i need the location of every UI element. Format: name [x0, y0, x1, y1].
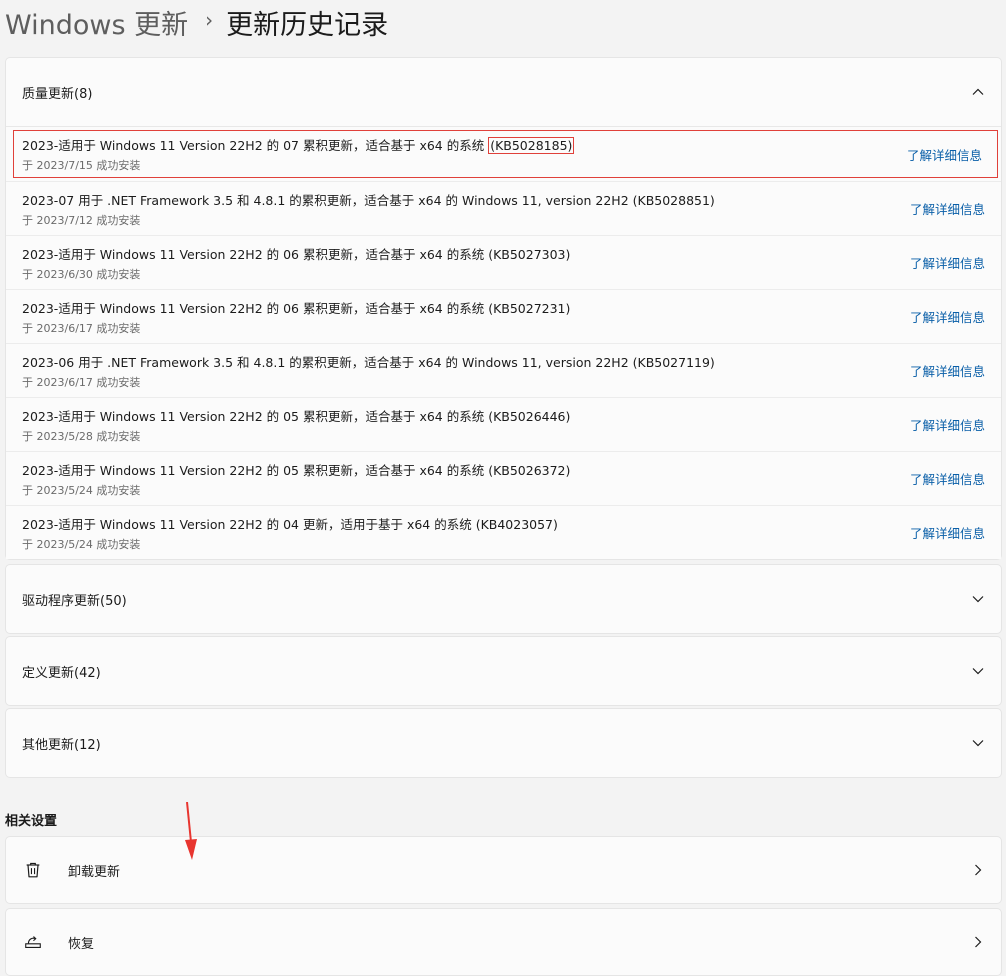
quality-updates-card: 质量更新(8) 2023-适用于 Windows 11 Version 22H2… [5, 57, 1002, 560]
kb-number-highlight: (KB5028185) [488, 137, 575, 154]
related-settings-heading: 相关设置 [5, 814, 58, 829]
update-row: 2023-适用于 Windows 11 Version 22H2 的 04 更新… [6, 505, 1001, 559]
learn-more-link[interactable]: 了解详细信息 [910, 253, 985, 272]
install-date: 于 2023/6/17 成功安装 [22, 375, 141, 389]
quality-updates-list: 2023-适用于 Windows 11 Version 22H2 的 07 累积… [6, 126, 1001, 559]
learn-more-link[interactable]: 了解详细信息 [910, 415, 985, 434]
definition-updates-title: 定义更新(42) [22, 665, 101, 681]
chevron-right-icon[interactable] [971, 935, 985, 949]
breadcrumb-separator: › [205, 8, 214, 32]
install-date: 于 2023/5/24 成功安装 [22, 483, 141, 497]
learn-more-link[interactable]: 了解详细信息 [910, 361, 985, 380]
learn-more-link[interactable]: 了解详细信息 [910, 469, 985, 488]
chevron-down-icon[interactable] [971, 736, 985, 750]
update-title: 2023-适用于 Windows 11 Version 22H2 的 06 累积… [22, 300, 571, 316]
uninstall-updates-card[interactable]: 卸载更新 [5, 836, 1002, 904]
quality-updates-header[interactable]: 质量更新(8) [6, 58, 1001, 126]
learn-more-link[interactable]: 了解详细信息 [910, 307, 985, 326]
trash-icon [22, 859, 44, 881]
other-updates-title: 其他更新(12) [22, 737, 101, 753]
install-date: 于 2023/6/30 成功安装 [22, 267, 141, 281]
update-title: 2023-适用于 Windows 11 Version 22H2 的 04 更新… [22, 516, 558, 532]
annotation-arrow-icon [185, 802, 197, 860]
page-title: 更新历史记录 [226, 9, 389, 41]
install-date: 于 2023/6/17 成功安装 [22, 321, 141, 335]
learn-more-link[interactable]: 了解详细信息 [907, 145, 982, 164]
recovery-card[interactable]: 恢复 [5, 908, 1002, 976]
recovery-label: 恢复 [68, 936, 95, 952]
update-title: 2023-适用于 Windows 11 Version 22H2 的 05 累积… [22, 408, 571, 424]
chevron-right-icon[interactable] [971, 863, 985, 877]
breadcrumb: Windows 更新 › 更新历史记录 [5, 2, 388, 42]
update-row: 2023-07 用于 .NET Framework 3.5 和 4.8.1 的累… [6, 181, 1001, 235]
install-date: 于 2023/5/28 成功安装 [22, 429, 141, 443]
install-date: 于 2023/5/24 成功安装 [22, 537, 141, 551]
update-row: 2023-适用于 Windows 11 Version 22H2 的 06 累积… [6, 235, 1001, 289]
update-title: 2023-06 用于 .NET Framework 3.5 和 4.8.1 的累… [22, 354, 715, 370]
definition-updates-card[interactable]: 定义更新(42) [5, 636, 1002, 706]
update-title: 2023-07 用于 .NET Framework 3.5 和 4.8.1 的累… [22, 192, 715, 208]
chevron-down-icon[interactable] [971, 592, 985, 606]
install-date: 于 2023/7/15 成功安装 [22, 159, 141, 172]
driver-updates-title: 驱动程序更新(50) [22, 593, 127, 609]
update-title: 2023-适用于 Windows 11 Version 22H2 的 05 累积… [22, 462, 571, 478]
update-row: 2023-适用于 Windows 11 Version 22H2 的 05 累积… [6, 451, 1001, 505]
uninstall-updates-label: 卸载更新 [68, 864, 121, 880]
recovery-icon [22, 931, 44, 953]
chevron-down-icon[interactable] [971, 664, 985, 678]
update-row: 2023-适用于 Windows 11 Version 22H2 的 07 累积… [13, 130, 998, 178]
quality-updates-title: 质量更新(8) [22, 86, 93, 102]
update-title: 2023-适用于 Windows 11 Version 22H2 的 07 累积… [22, 137, 575, 154]
other-updates-card[interactable]: 其他更新(12) [5, 708, 1002, 778]
chevron-up-icon[interactable] [971, 85, 985, 99]
driver-updates-card[interactable]: 驱动程序更新(50) [5, 564, 1002, 634]
install-date: 于 2023/7/12 成功安装 [22, 213, 141, 227]
learn-more-link[interactable]: 了解详细信息 [910, 523, 985, 542]
update-row: 2023-适用于 Windows 11 Version 22H2 的 05 累积… [6, 397, 1001, 451]
learn-more-link[interactable]: 了解详细信息 [910, 199, 985, 218]
update-row: 2023-06 用于 .NET Framework 3.5 和 4.8.1 的累… [6, 343, 1001, 397]
breadcrumb-windows-update[interactable]: Windows 更新 [5, 3, 188, 42]
update-title: 2023-适用于 Windows 11 Version 22H2 的 06 累积… [22, 246, 571, 262]
update-row: 2023-适用于 Windows 11 Version 22H2 的 06 累积… [6, 289, 1001, 343]
